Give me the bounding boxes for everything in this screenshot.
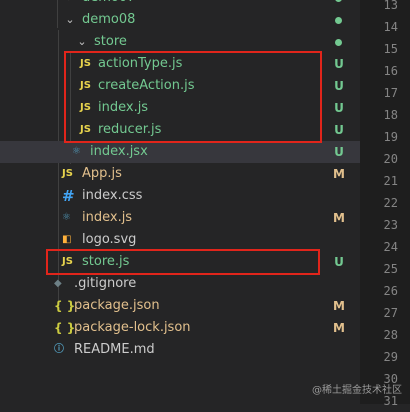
git-status-badge: U [334,255,344,269]
line-number: 15 [383,42,398,56]
tree-file-logo-svg[interactable]: ◧ logo.svg [0,229,360,251]
chevron-right-icon[interactable]: › [64,0,76,9]
gitignore-file-icon: ◆ [54,278,62,289]
svg-file-icon: ◧ [62,234,72,245]
file-label: index.jsx [90,144,148,159]
git-status-badge: U [334,101,344,115]
folder-label: demo08 [82,12,136,27]
modified-dot-indicator [335,17,342,24]
file-label: README.md [74,342,155,357]
tree-folder-demo07[interactable]: › demo07 [0,0,360,9]
line-number-gutter: 13 14 15 16 17 18 19 20 21 22 23 24 25 26 27 28 29 30 31 [360,0,410,408]
tree-file-package-lock-json[interactable]: { } package-lock.json M [0,317,360,339]
line-number: 18 [383,108,398,122]
tree-folder-demo08[interactable]: ⌄ demo08 [0,9,360,31]
file-explorer: ›demo07⌄demo08⌄storeJSactionType.jsUJScr… [0,0,360,404]
file-label: package.json [74,298,160,313]
chevron-down-icon[interactable]: ⌄ [76,31,88,53]
react-file-icon: ⚛ [62,212,71,223]
line-number: 29 [383,350,398,364]
file-label: index.css [82,188,143,203]
tree-file-index-jsx[interactable]: ⚛ index.jsx U [0,141,360,163]
line-number: 23 [383,218,398,232]
line-number: 27 [383,306,398,320]
tree-file-README-md[interactable]: ⓘ README.md [0,339,360,361]
chevron-down-icon[interactable]: ⌄ [64,9,76,31]
json-file-icon: { } [54,321,76,335]
folder-label: store [94,34,127,49]
git-status-badge: U [334,145,344,159]
file-label: App.js [82,166,122,181]
highlight-box-store-js [46,249,320,275]
git-status-badge: M [333,167,345,181]
git-status-badge: U [334,123,344,137]
react-file-icon: ⚛ [72,146,81,157]
css-file-icon: # [62,187,75,205]
line-number: 28 [383,328,398,342]
markdown-info-icon: ⓘ [54,344,64,355]
git-status-badge: U [334,79,344,93]
line-number: 26 [383,284,398,298]
folder-label: demo07 [82,0,135,9]
file-label: .gitignore [74,276,137,291]
git-status-badge: M [333,321,345,335]
line-number: 25 [383,262,398,276]
git-status-badge: U [334,57,344,71]
git-status-badge: M [333,299,345,313]
line-number: 13 [383,0,398,12]
javascript-file-icon: JS [62,168,73,179]
file-label: package-lock.json [74,320,191,335]
line-number: 17 [383,86,398,100]
tree-file-index-js[interactable]: ⚛ index.js M [0,207,360,229]
tree-file-App-js[interactable]: JS App.js M [0,163,360,185]
file-label: index.js [82,210,133,225]
line-number: 22 [383,196,398,210]
modified-dot-indicator [335,39,342,46]
tree-folder-store[interactable]: ⌄ store [0,31,360,53]
line-number: 20 [383,152,398,166]
file-label: logo.svg [82,232,137,247]
line-number: 24 [383,240,398,254]
git-status-badge: M [333,211,345,225]
line-number: 21 [383,174,398,188]
tree-file-index-css[interactable]: # index.css [0,185,360,207]
line-number: 19 [383,130,398,144]
tree-file-package-json[interactable]: { } package.json M [0,295,360,317]
tree-file--gitignore[interactable]: ◆ .gitignore [0,273,360,295]
modified-dot-indicator [335,0,342,2]
line-number: 16 [383,64,398,78]
watermark: @稀土掘金技术社区 [312,385,402,396]
highlight-box-store-files [64,51,322,143]
line-number: 14 [383,20,398,34]
json-file-icon: { } [54,299,76,313]
